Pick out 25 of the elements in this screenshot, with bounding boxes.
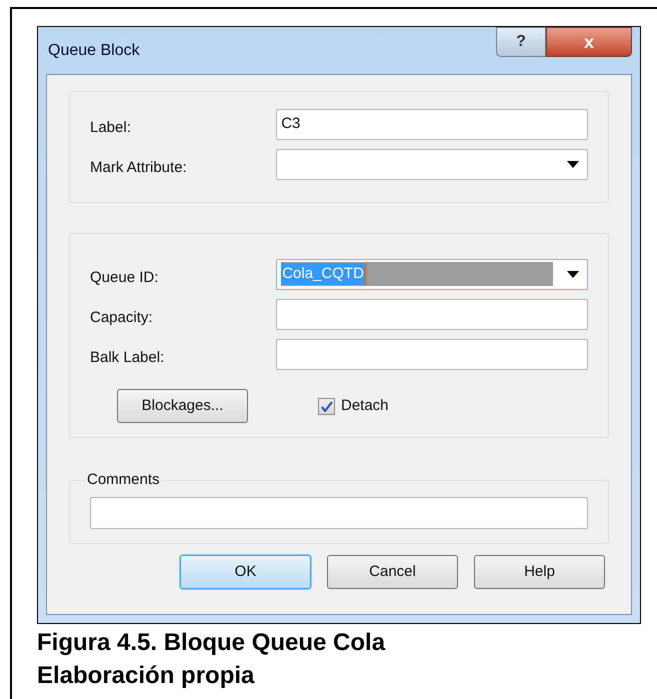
field-value: C3 — [281, 114, 300, 134]
detach-checkbox[interactable] — [318, 398, 335, 414]
figure-caption: Figura 4.5. Bloque Queue Cola — [37, 628, 386, 658]
window-title: Queue Block — [48, 41, 140, 61]
field-label: Capacity: — [90, 308, 154, 328]
field-label: Mark Attribute: — [90, 158, 188, 178]
blockages-button[interactable]: Blockages... — [117, 389, 248, 423]
field-value: Cola_CQTD — [281, 262, 367, 286]
text-field[interactable] — [276, 298, 588, 330]
comments-field[interactable] — [90, 497, 588, 529]
figure-caption: Elaboración propia — [37, 661, 256, 691]
field-label: Queue ID: — [90, 268, 160, 288]
dropdown-arrow-icon — [567, 160, 579, 168]
text-field[interactable] — [276, 338, 588, 370]
dialog-button[interactable]: OK — [180, 555, 311, 589]
help-button[interactable]: ? — [496, 27, 546, 57]
dialog-button[interactable]: Cancel — [327, 555, 458, 589]
field-label: Balk Label: — [90, 348, 166, 368]
field-label: Label: — [90, 118, 132, 138]
text-field[interactable]: C3 — [276, 108, 588, 140]
checkbox-label: Detach — [341, 396, 389, 416]
dropdown-arrow-icon — [567, 270, 579, 278]
checkmark-icon — [320, 400, 332, 412]
dialog-button[interactable]: Help — [474, 555, 605, 589]
dropdown-field[interactable] — [276, 148, 588, 180]
